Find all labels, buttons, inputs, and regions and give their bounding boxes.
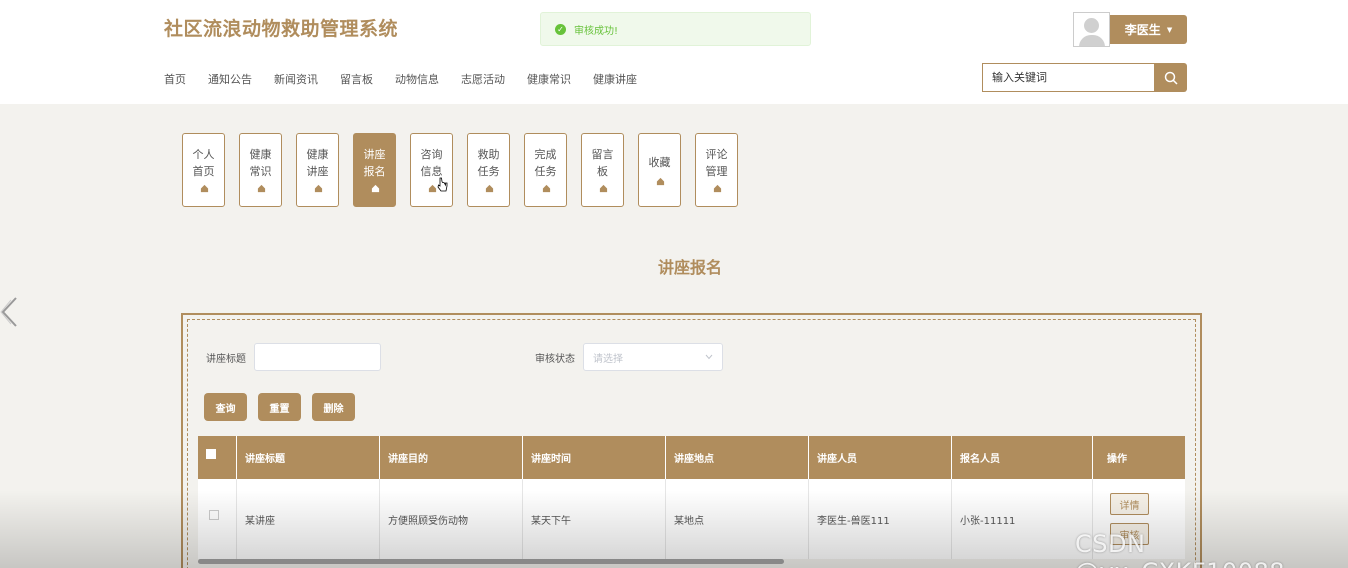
nav-animal-info[interactable]: 动物信息: [395, 71, 439, 87]
tile-label: 救助: [477, 148, 500, 161]
column-header: 讲座时间: [523, 436, 666, 479]
column-header: 讲座人员: [809, 436, 952, 479]
tile-label: 讲座: [306, 165, 329, 178]
home-icon: [200, 184, 209, 193]
detail-button[interactable]: 详情: [1110, 493, 1149, 515]
search-icon: [1164, 71, 1178, 85]
column-header: 讲座标题: [237, 436, 380, 479]
tile-rescue-tasks[interactable]: 救助 任务: [467, 133, 510, 207]
tile-favorites[interactable]: 收藏: [638, 133, 681, 207]
home-icon: [656, 177, 665, 186]
horizontal-scrollbar[interactable]: [198, 559, 784, 564]
search-input[interactable]: [982, 63, 1155, 92]
cell-purpose: 方便照顾受伤动物: [380, 479, 523, 559]
home-icon: [485, 184, 494, 193]
review-status-select[interactable]: 请选择: [583, 343, 723, 371]
search-box: [982, 63, 1187, 92]
chevron-left-icon[interactable]: [0, 296, 20, 328]
column-header: 讲座目的: [380, 436, 523, 479]
tile-label: 咨询: [420, 148, 443, 161]
nav-notices[interactable]: 通知公告: [208, 71, 252, 87]
home-icon: [542, 184, 551, 193]
user-menu[interactable]: 李医生 ▼: [1073, 12, 1187, 47]
tile-message-board[interactable]: 留言板: [581, 133, 624, 207]
tile-comment-admin[interactable]: 评论 管理: [695, 133, 738, 207]
delete-button[interactable]: 删除: [312, 393, 355, 421]
tile-label: 个人: [192, 148, 215, 161]
success-toast: ✓ 审核成功!: [540, 12, 811, 46]
watermark: CSDN @vx_CXKF10088: [1075, 530, 1285, 568]
header-select-cell: [198, 436, 237, 479]
tile-label: 健康: [249, 148, 272, 161]
home-icon: [314, 184, 323, 193]
tile-label: 板: [597, 165, 608, 178]
cell-time: 某天下午: [523, 479, 666, 559]
column-header: 讲座地点: [666, 436, 809, 479]
chevron-down-icon: [705, 354, 713, 360]
cell-title: 某讲座: [237, 479, 380, 559]
home-icon: [428, 184, 437, 193]
nav-home[interactable]: 首页: [164, 71, 186, 87]
top-nav: 首页 通知公告 新闻资讯 留言板 动物信息 志愿活动 健康常识 健康讲座: [164, 71, 659, 87]
review-status-placeholder: 请选择: [593, 353, 623, 365]
home-icon: [371, 184, 380, 193]
tile-lecture-signup[interactable]: 讲座 报名: [353, 133, 396, 207]
cell-applicant: 小张-11111: [952, 479, 1093, 559]
tile-label: 留言: [591, 148, 614, 161]
toast-message: 审核成功!: [574, 25, 619, 37]
cell-place: 某地点: [666, 479, 809, 559]
tile-label: 报名: [363, 165, 386, 178]
tile-label: 健康: [306, 148, 329, 161]
column-header: 操作: [1107, 454, 1127, 465]
nav-volunteer[interactable]: 志愿活动: [461, 71, 505, 87]
tile-consult-info[interactable]: 咨询 信息: [410, 133, 453, 207]
review-status-label: 审核状态: [535, 354, 575, 365]
nav-news[interactable]: 新闻资讯: [274, 71, 318, 87]
nav-health-tips[interactable]: 健康常识: [527, 71, 571, 87]
query-button[interactable]: 查询: [204, 393, 247, 421]
tile-label: 任务: [477, 165, 500, 178]
tile-label: 任务: [534, 165, 557, 178]
tile-health-lectures[interactable]: 健康 讲座: [296, 133, 339, 207]
site-title: 社区流浪动物救助管理系统: [164, 18, 399, 40]
tile-label: 讲座: [363, 148, 386, 161]
reset-button[interactable]: 重置: [258, 393, 301, 421]
page-title: 讲座报名: [657, 258, 722, 277]
tile-label: 首页: [192, 165, 215, 178]
tile-label: 收藏: [648, 156, 671, 169]
header: 社区流浪动物救助管理系统 首页 通知公告 新闻资讯 留言板 动物信息 志愿活动 …: [0, 0, 1348, 104]
home-icon: [257, 184, 266, 193]
caret-down-icon: ▼: [1166, 25, 1173, 34]
table-row: 某讲座 方便照顾受伤动物 某天下午 某地点 李医生-兽医111 小张-11111…: [198, 479, 1185, 559]
tile-label: 完成: [534, 148, 557, 161]
select-all-checkbox[interactable]: [206, 449, 216, 459]
home-icon: [713, 184, 722, 193]
nav-message-board[interactable]: 留言板: [340, 71, 373, 87]
user-dropdown-button[interactable]: 李医生 ▼: [1110, 15, 1187, 44]
tile-personal-home[interactable]: 个人 首页: [182, 133, 225, 207]
user-name: 李医生: [1124, 23, 1161, 37]
tile-completed-tasks[interactable]: 完成 任务: [524, 133, 567, 207]
table-header: 讲座标题 讲座目的 讲座时间 讲座地点 讲座人员 报名人员 操作: [198, 436, 1185, 479]
cell-lecturer: 李医生-兽医111: [809, 479, 952, 559]
check-circle-icon: ✓: [555, 23, 566, 35]
home-icon: [599, 184, 608, 193]
row-checkbox[interactable]: [209, 510, 219, 520]
tile-label: 管理: [705, 165, 728, 178]
nav-health-lectures[interactable]: 健康讲座: [593, 71, 637, 87]
mouse-cursor-icon: [437, 177, 448, 192]
row-select-cell: [198, 479, 237, 559]
lecture-title-input[interactable]: [254, 343, 381, 371]
search-button[interactable]: [1154, 63, 1187, 92]
tile-label: 常识: [249, 165, 272, 178]
column-header: 报名人员: [952, 436, 1093, 479]
avatar: [1073, 12, 1110, 47]
tile-health-tips[interactable]: 健康 常识: [239, 133, 282, 207]
lecture-title-label: 讲座标题: [206, 354, 246, 365]
tile-label: 评论: [705, 148, 728, 161]
